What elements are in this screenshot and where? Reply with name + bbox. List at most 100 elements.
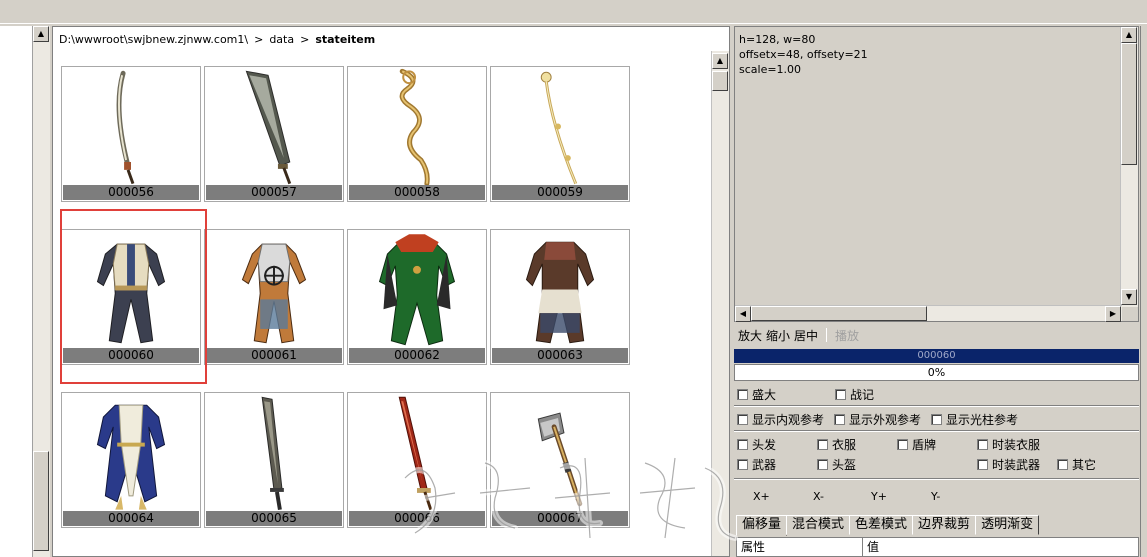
tree-view[interactable] — [0, 26, 32, 557]
x-plus-button[interactable]: X+ — [753, 490, 770, 503]
thumbnail-label: 000067 — [492, 511, 628, 526]
thumbnail-grid: 000056 000057 000058 000059 000060 000061 0000… — [53, 51, 711, 556]
checkbox-show-inner-ref[interactable]: 显示内观参考 — [737, 411, 824, 427]
y-minus-button[interactable]: Y- — [931, 490, 940, 503]
checkbox-label: 头盔 — [832, 457, 857, 472]
thumbnail-item[interactable]: 000066 — [347, 392, 487, 528]
checkbox-box[interactable] — [835, 388, 846, 400]
center-button[interactable]: 居中 — [794, 327, 818, 344]
divider — [734, 405, 1139, 407]
breadcrumb-current: stateitem — [315, 32, 376, 46]
checkbox-label: 武器 — [752, 457, 777, 472]
checkbox-zhanji[interactable]: 战记 — [835, 386, 874, 402]
checkbox-box[interactable] — [817, 458, 828, 470]
scroll-up-icon[interactable]: ▲ — [1121, 27, 1137, 43]
zoom-in-button[interactable]: 放大 — [738, 327, 762, 344]
scroll-down-icon[interactable]: ▼ — [1121, 289, 1137, 305]
top-toolbar-band — [0, 0, 1147, 24]
property-column-header[interactable]: 属性 — [737, 538, 863, 556]
checkbox-box[interactable] — [737, 458, 748, 470]
checkbox-weapon[interactable]: 武器 — [737, 456, 776, 472]
checkbox-box[interactable] — [817, 438, 828, 450]
thumbnail-image — [399, 68, 430, 186]
scroll-left-icon[interactable]: ◀ — [735, 306, 751, 322]
thumbnail-item[interactable]: 000063 — [490, 229, 630, 365]
checkbox-fashion-clothes[interactable]: 时装衣服 — [977, 436, 1040, 452]
play-button[interactable]: 播放 — [835, 327, 859, 344]
thumbnail-image — [96, 243, 166, 344]
y-plus-button[interactable]: Y+ — [871, 490, 887, 503]
tree-scrollbar[interactable]: ▲ — [32, 26, 50, 557]
toolbar-divider — [826, 328, 828, 342]
thumbnail-item[interactable]: 000061 — [204, 229, 344, 365]
info-vertical-scrollbar[interactable]: ▲ ▼ — [1120, 27, 1138, 307]
tab-offset[interactable]: 偏移量 — [736, 515, 788, 536]
thumbnail-panel: D:\wwwroot\swjbnew.zjnww.com1\ > data > … — [52, 26, 730, 557]
divider — [734, 430, 1139, 432]
checkbox-box[interactable] — [977, 438, 988, 450]
scroll-thumb[interactable] — [712, 71, 728, 91]
thumbnail-label: 000064 — [63, 511, 199, 526]
thumbnail-label: 000058 — [349, 185, 485, 200]
thumbnail-image — [540, 71, 578, 185]
checkbox-shield[interactable]: 盾牌 — [897, 436, 936, 452]
thumbnail-image — [116, 70, 135, 185]
thumbnail-item[interactable]: 000058 — [347, 66, 487, 202]
thumbnail-item[interactable]: 000064 — [61, 392, 201, 528]
thumbnail-item[interactable]: 000059 — [490, 66, 630, 202]
checkbox-box[interactable] — [1057, 458, 1068, 470]
thumbnail-label: 000056 — [63, 185, 199, 200]
scroll-thumb[interactable] — [33, 451, 49, 551]
scroll-up-icon[interactable]: ▲ — [33, 26, 49, 42]
thumbnail-label: 000059 — [492, 185, 628, 200]
thumbnail-item[interactable]: 000062 — [347, 229, 487, 365]
thumbnail-image — [378, 234, 456, 346]
window-edge — [1140, 26, 1147, 557]
tab-blend-mode[interactable]: 混合模式 — [786, 515, 851, 535]
thumbnail-image — [261, 396, 284, 510]
scroll-thumb[interactable] — [751, 306, 927, 321]
checkbox-label: 盾牌 — [912, 437, 937, 452]
checkbox-show-outer-ref[interactable]: 显示外观参考 — [834, 411, 921, 427]
checkbox-box[interactable] — [737, 438, 748, 450]
thumbnail-scrollbar[interactable]: ▲ — [711, 51, 729, 556]
thumbnail-image — [245, 70, 292, 185]
checkbox-fashion-weapon[interactable]: 时装武器 — [977, 456, 1040, 472]
checkbox-helmet[interactable]: 头盔 — [817, 456, 856, 472]
tab-border-crop[interactable]: 边界裁剪 — [912, 515, 977, 535]
checkbox-other[interactable]: 其它 — [1057, 456, 1096, 472]
thumbnail-image — [398, 396, 433, 511]
value-column-header[interactable]: 值 — [863, 538, 879, 556]
image-info-text: h=128, w=80 offsetx=48, offsety=21 scale… — [739, 33, 868, 76]
thumbnail-item[interactable]: 000060 — [61, 229, 201, 365]
checkbox-box[interactable] — [737, 388, 748, 400]
breadcrumb-data[interactable]: data — [269, 33, 294, 46]
scroll-right-icon[interactable]: ▶ — [1105, 306, 1121, 322]
thumbnail-item[interactable]: 000057 — [204, 66, 344, 202]
checkbox-label: 头发 — [752, 437, 777, 452]
checkbox-box[interactable] — [977, 458, 988, 470]
checkbox-shengda[interactable]: 盛大 — [737, 386, 776, 402]
checkbox-clothes[interactable]: 衣服 — [817, 436, 856, 452]
thumbnail-item[interactable]: 000056 — [61, 66, 201, 202]
tab-color-diff-mode[interactable]: 色差模式 — [849, 515, 914, 535]
scroll-thumb[interactable] — [1121, 43, 1137, 165]
thumbnail-item[interactable]: 000067 — [490, 392, 630, 528]
scroll-up-icon[interactable]: ▲ — [712, 53, 728, 69]
tab-alpha-gradient[interactable]: 透明渐变 — [975, 515, 1040, 535]
breadcrumb-separator: > — [300, 32, 310, 46]
checkbox-box[interactable] — [834, 413, 845, 425]
checkbox-box[interactable] — [931, 413, 942, 425]
x-minus-button[interactable]: X- — [813, 490, 824, 503]
progress-bar: 0% — [734, 364, 1139, 381]
checkbox-hair[interactable]: 头发 — [737, 436, 776, 452]
thumbnail-item[interactable]: 000065 — [204, 392, 344, 528]
breadcrumb-root[interactable]: D:\wwwroot\swjbnew.zjnww.com1\ — [59, 33, 248, 46]
info-horizontal-scrollbar[interactable]: ◀ ▶ — [735, 305, 1122, 322]
checkbox-box[interactable] — [737, 413, 748, 425]
effect-tabs: 偏移量 混合模式 色差模式 边界裁剪 透明渐变 — [736, 515, 1040, 536]
zoom-out-button[interactable]: 缩小 — [766, 327, 790, 344]
checkbox-show-beam-ref[interactable]: 显示光柱参考 — [931, 411, 1018, 427]
checkbox-box[interactable] — [897, 438, 908, 450]
breadcrumb: D:\wwwroot\swjbnew.zjnww.com1\ > data > … — [59, 31, 375, 47]
